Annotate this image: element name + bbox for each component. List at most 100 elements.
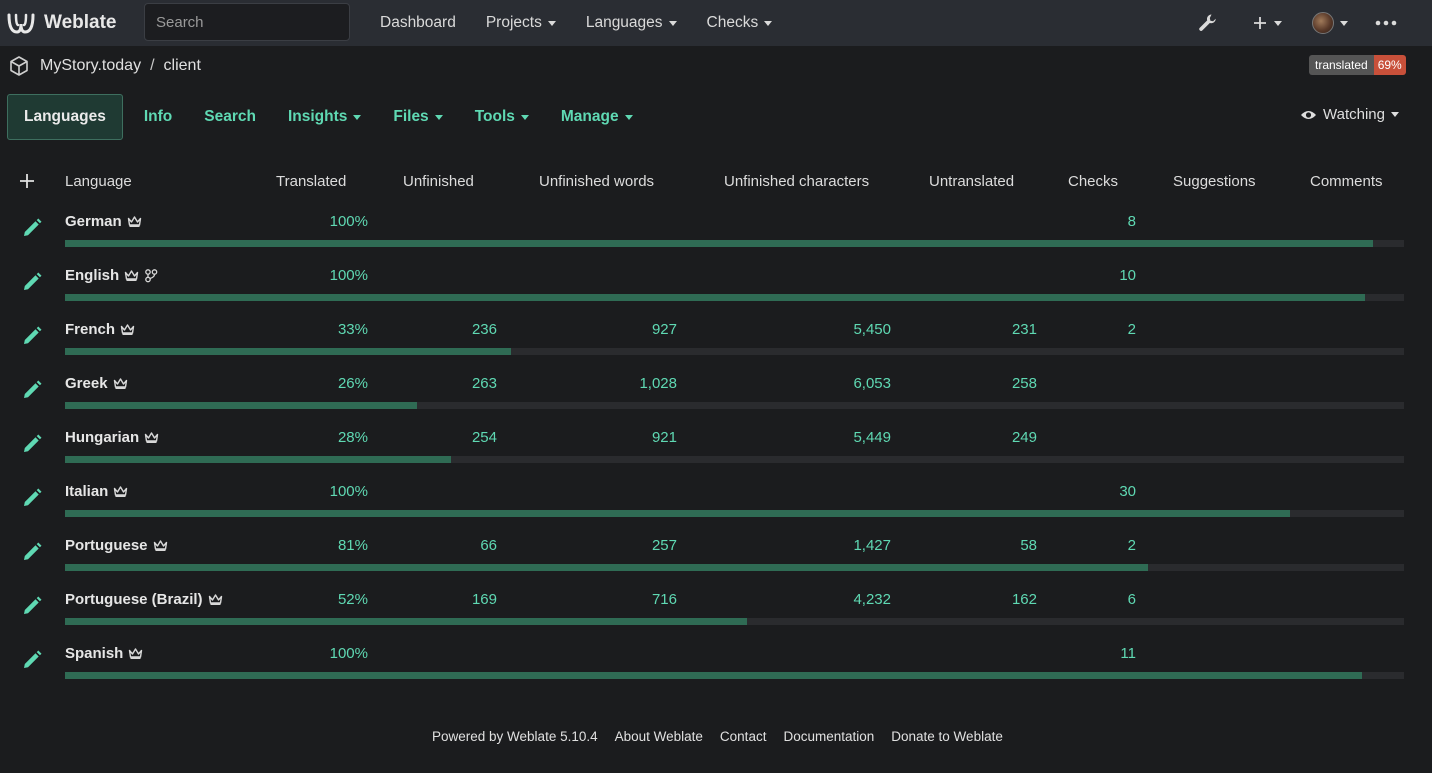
cell-untranslated[interactable]: 231 [1012, 321, 1037, 338]
progress-bar-fill [65, 564, 1149, 571]
nav-item-dashboard[interactable]: Dashboard [380, 14, 456, 32]
col-unfinished-characters[interactable]: Unfinished characters [724, 173, 869, 190]
nav-item-checks[interactable]: Checks [707, 14, 773, 32]
col-unfinished-words[interactable]: Unfinished words [539, 173, 654, 190]
cell-unfinished-characters[interactable]: 5,450 [853, 321, 891, 338]
cell-untranslated[interactable]: 258 [1012, 375, 1037, 392]
edit-pencil-icon[interactable] [21, 487, 43, 509]
edit-pencil-icon[interactable] [21, 217, 43, 239]
edit-pencil-icon[interactable] [21, 271, 43, 293]
col-checks[interactable]: Checks [1068, 173, 1118, 190]
tab-files[interactable]: Files [377, 94, 458, 140]
search-input[interactable] [144, 3, 350, 41]
col-unfinished[interactable]: Unfinished [403, 173, 474, 190]
language-link[interactable]: English [65, 267, 158, 284]
cell-translated[interactable]: 100% [330, 267, 368, 284]
footer-link[interactable]: About Weblate [615, 729, 703, 744]
cell-untranslated[interactable]: 58 [1020, 537, 1037, 554]
edit-pencil-icon[interactable] [21, 379, 43, 401]
add-menu-button[interactable] [1252, 0, 1282, 46]
cell-translated[interactable]: 100% [330, 213, 368, 230]
cell-translated[interactable]: 28% [338, 429, 368, 446]
tab-manage[interactable]: Manage [545, 94, 649, 140]
language-link[interactable]: Spanish [65, 645, 143, 662]
top-navbar: Weblate Dashboard Projects Languages Checks [0, 0, 1432, 46]
tab-search[interactable]: Search [188, 94, 272, 140]
cell-translated[interactable]: 100% [330, 645, 368, 662]
cell-checks[interactable]: 2 [1128, 537, 1136, 554]
more-menu-button[interactable] [1375, 0, 1397, 46]
edit-pencil-icon[interactable] [21, 541, 43, 563]
breadcrumb-component[interactable]: client [164, 57, 201, 75]
tab-tools[interactable]: Tools [459, 94, 545, 140]
table-row: Hungarian 28% 254 921 5,449 249 [0, 424, 1432, 478]
language-link[interactable]: Hungarian [65, 429, 159, 446]
nav-item-label: Projects [485, 14, 542, 31]
cell-translated[interactable]: 33% [338, 321, 368, 338]
language-link[interactable]: Greek [65, 375, 128, 392]
tab-languages[interactable]: Languages [7, 94, 123, 140]
col-comments[interactable]: Comments [1310, 173, 1383, 190]
edit-pencil-icon[interactable] [21, 325, 43, 347]
cell-unfinished-characters[interactable]: 5,449 [853, 429, 891, 446]
chevron-down-icon [1274, 20, 1282, 26]
col-language[interactable]: Language [65, 173, 132, 190]
cell-unfinished-words[interactable]: 921 [652, 429, 677, 446]
cell-unfinished[interactable]: 254 [472, 429, 497, 446]
edit-pencil-icon[interactable] [21, 649, 43, 671]
cell-translated[interactable]: 52% [338, 591, 368, 608]
edit-pencil-icon[interactable] [21, 595, 43, 617]
language-name: Italian [65, 483, 109, 500]
cell-unfinished[interactable]: 169 [472, 591, 497, 608]
col-translated[interactable]: Translated [276, 173, 346, 190]
cell-unfinished[interactable]: 263 [472, 375, 497, 392]
brand-link[interactable]: Weblate [6, 10, 117, 36]
cell-checks[interactable]: 30 [1119, 483, 1136, 500]
cell-untranslated[interactable]: 249 [1012, 429, 1037, 446]
nav-item-languages[interactable]: Languages [586, 14, 677, 32]
col-untranslated[interactable]: Untranslated [929, 173, 1014, 190]
cell-checks[interactable]: 2 [1128, 321, 1136, 338]
cell-translated[interactable]: 81% [338, 537, 368, 554]
language-link[interactable]: Portuguese (Brazil) [65, 591, 223, 608]
table-row: French 33% 236 927 5,450 231 2 [0, 316, 1432, 370]
cell-translated[interactable]: 100% [330, 483, 368, 500]
footer-link[interactable]: Powered by Weblate 5.10.4 [432, 729, 598, 744]
col-suggestions[interactable]: Suggestions [1173, 173, 1256, 190]
cell-unfinished-characters[interactable]: 1,427 [853, 537, 891, 554]
language-link[interactable]: Portuguese [65, 537, 168, 554]
tab-label: Search [204, 108, 256, 125]
cell-unfinished-words[interactable]: 1,028 [639, 375, 677, 392]
cell-checks[interactable]: 11 [1120, 645, 1136, 662]
cell-unfinished-words[interactable]: 716 [652, 591, 677, 608]
watching-button[interactable]: Watching [1300, 106, 1399, 123]
breadcrumb-project[interactable]: MyStory.today [40, 57, 141, 75]
nav-item-projects[interactable]: Projects [486, 14, 556, 32]
add-language-icon[interactable] [18, 168, 36, 196]
cell-checks[interactable]: 8 [1128, 213, 1136, 230]
wrench-menu-button[interactable] [1198, 0, 1218, 46]
language-link[interactable]: French [65, 321, 135, 338]
user-menu-button[interactable] [1312, 0, 1348, 46]
cell-unfinished-characters[interactable]: 4,232 [853, 591, 891, 608]
edit-pencil-icon[interactable] [21, 433, 43, 455]
footer-link[interactable]: Documentation [783, 729, 874, 744]
cell-unfinished[interactable]: 66 [480, 537, 497, 554]
cell-unfinished[interactable]: 236 [472, 321, 497, 338]
tab-info[interactable]: Info [128, 94, 188, 140]
language-link[interactable]: German [65, 213, 142, 230]
footer-link[interactable]: Contact [720, 729, 767, 744]
cell-untranslated[interactable]: 162 [1012, 591, 1037, 608]
cell-unfinished-characters[interactable]: 6,053 [853, 375, 891, 392]
wrench-icon [1199, 14, 1216, 31]
cell-unfinished-words[interactable]: 257 [652, 537, 677, 554]
crown-icon [127, 216, 141, 227]
footer-link[interactable]: Donate to Weblate [891, 729, 1003, 744]
cell-translated[interactable]: 26% [338, 375, 368, 392]
language-link[interactable]: Italian [65, 483, 128, 500]
tab-insights[interactable]: Insights [272, 94, 377, 140]
cell-unfinished-words[interactable]: 927 [652, 321, 677, 338]
cell-checks[interactable]: 10 [1119, 267, 1136, 284]
cell-checks[interactable]: 6 [1128, 591, 1136, 608]
nav-item-label: Dashboard [380, 14, 456, 31]
